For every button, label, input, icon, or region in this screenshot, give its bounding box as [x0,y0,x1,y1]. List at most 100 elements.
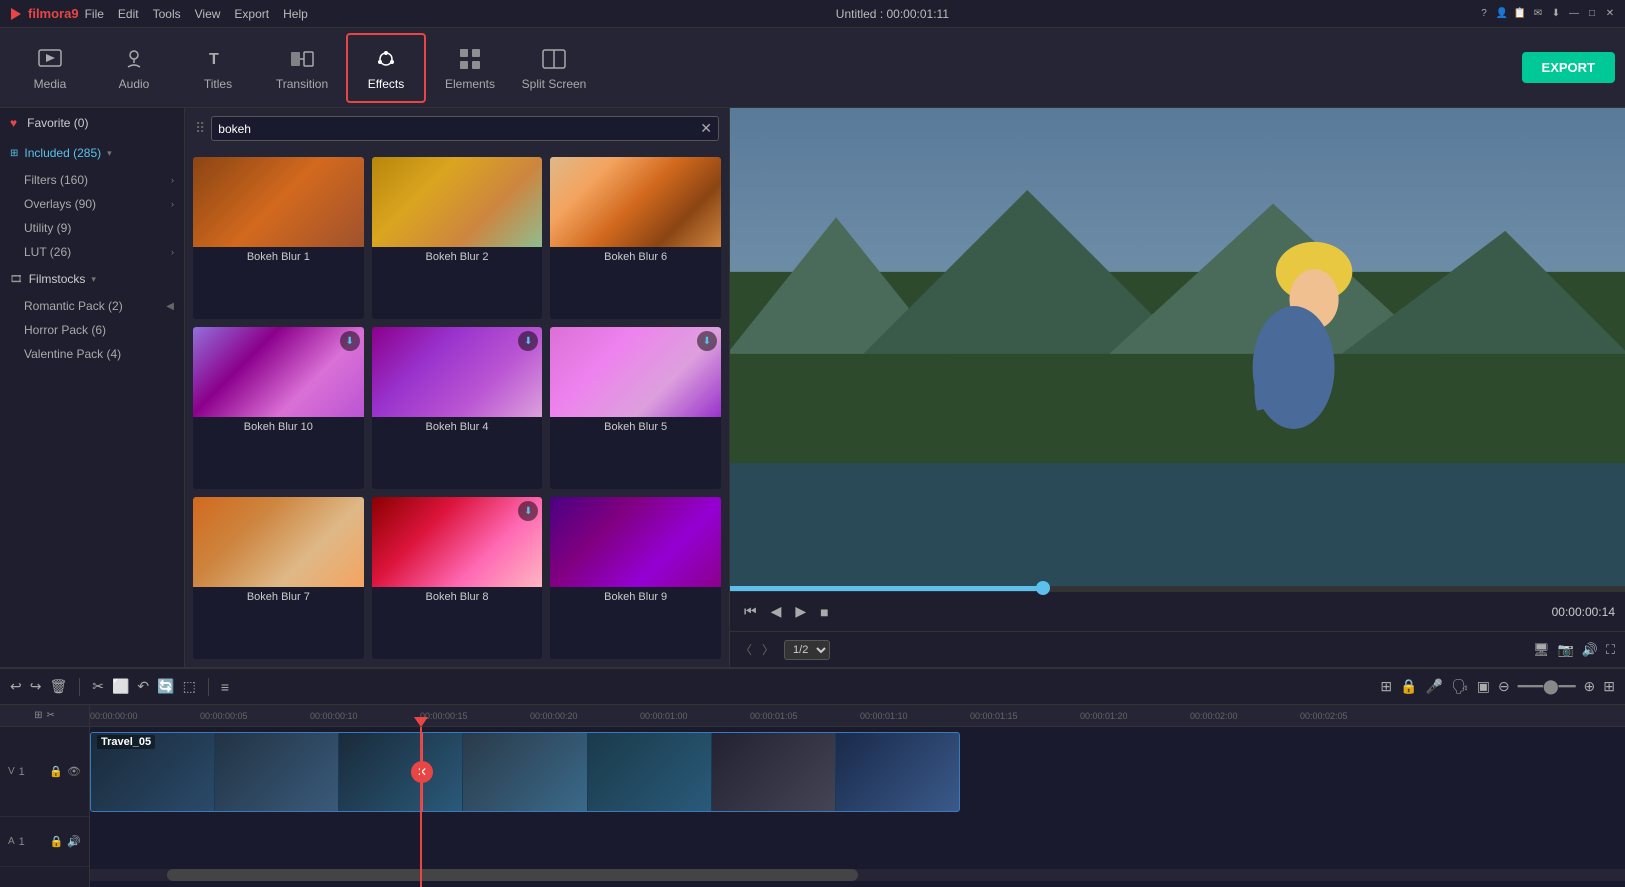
tl-zoom-icon[interactable]: ⊖ [1498,678,1510,695]
titles-label: Titles [204,77,232,91]
maximize-icon[interactable]: □ [1585,7,1599,21]
favorite-label: Favorite (0) [27,116,88,130]
lut-item[interactable]: LUT (26) › [0,240,184,264]
account-icon[interactable]: 👤 [1495,7,1509,21]
download-icon-4[interactable]: ⬇ [340,331,360,351]
toolbar-audio[interactable]: Audio [94,33,174,103]
toolbar-transition[interactable]: Transition [262,33,342,103]
monitor-icon[interactable]: 🖥 [1533,642,1550,658]
effect-card-3[interactable]: Bokeh Blur 6 [550,157,721,319]
filters-item[interactable]: Filters (160) › [0,168,184,192]
tl-snap-icon[interactable]: ⊞ [1380,678,1392,695]
audio-lock-icon[interactable]: 🔒 [50,835,64,848]
drag-handle-icon[interactable]: ⠿ [195,120,205,137]
settings-icon[interactable]: ≡ [221,679,229,695]
video-clip[interactable]: Travel_05 ✕ [90,732,960,812]
playhead-arrow [414,717,428,727]
window-controls: ? 👤 📋 ✉ ⬇ — □ ✕ [1477,7,1617,21]
menu-export[interactable]: Export [234,7,269,21]
cut-icon[interactable]: ✂ [92,678,104,695]
audio-track [90,817,1625,867]
undo-icon[interactable]: ↩ [10,678,22,695]
chevron-down-icon: ▾ [107,148,112,159]
horror-pack-item[interactable]: Horror Pack (6) [0,318,184,342]
audio-volume-icon[interactable]: 🔊 [67,835,81,848]
clipboard-icon[interactable]: 📋 [1513,7,1527,21]
effect-thumb-3 [550,157,721,247]
fullscreen-icon[interactable]: ⛶ [1606,642,1615,658]
magnet-icon[interactable]: ⊞ [34,710,42,721]
volume-icon[interactable]: 🔊 [1582,642,1598,658]
toolbar-effects[interactable]: Effects [346,33,426,103]
download-icon-5[interactable]: ⬇ [518,331,538,351]
crop-icon[interactable]: ⬜ [112,678,129,695]
elements-label: Elements [445,77,495,91]
tl-voice-icon[interactable]: 🗣 [1451,678,1469,695]
tl-lock-icon[interactable]: 🔒 [1400,678,1417,695]
menu-tools[interactable]: Tools [153,7,181,21]
camera-icon[interactable]: 📷 [1558,642,1574,658]
tl-mic-icon[interactable]: 🎤 [1426,678,1443,695]
menu-file[interactable]: File [85,7,104,21]
pip-icon[interactable]: ⬚ [183,678,196,695]
download-icon-6[interactable]: ⬇ [697,331,717,351]
effect-card-6[interactable]: ⬇Bokeh Blur 5 [550,327,721,489]
download-icon[interactable]: ⬇ [1549,7,1563,21]
play-button[interactable]: ▶ [791,601,810,622]
lock-icon[interactable]: 🔒 [49,765,63,778]
toolbar-splitscreen[interactable]: Split Screen [514,33,594,103]
included-section[interactable]: ⊞ Included (285) ▾ [0,138,184,168]
playhead[interactable] [420,727,422,887]
tl-plus-icon[interactable]: ⊕ [1584,678,1596,695]
minimize-icon[interactable]: — [1567,7,1581,21]
effect-card-4[interactable]: ⬇Bokeh Blur 10 [193,327,364,489]
effect-card-1[interactable]: Bokeh Blur 1 [193,157,364,319]
filmstocks-section[interactable]: 🎞 Filmstocks ▾ [0,264,184,294]
timeline-scrollbar[interactable] [90,869,1625,881]
menu-help[interactable]: Help [283,7,308,21]
quality-select[interactable]: 1/2 [784,640,830,660]
eye-icon[interactable]: 👁 [67,765,81,778]
effect-card-2[interactable]: Bokeh Blur 2 [372,157,543,319]
tracks-area: 00:00:00:00 00:00:00:05 00:00:00:10 00:0… [90,705,1625,887]
clear-search-button[interactable]: ✕ [700,120,712,137]
cut-marker-x: ✕ [411,761,433,783]
effect-card-8[interactable]: ⬇Bokeh Blur 8 [372,497,543,659]
menu-view[interactable]: View [195,7,221,21]
stop-button[interactable]: ■ [816,602,832,622]
skip-back-button[interactable]: ⏮ [740,601,761,622]
download-icon-8[interactable]: ⬇ [518,501,538,521]
menu-edit[interactable]: Edit [118,7,139,21]
close-icon[interactable]: ✕ [1603,7,1617,21]
prev-frame-button[interactable]: ◀ [767,601,786,622]
delete-icon[interactable]: 🗑 [49,678,67,695]
audio-icon [120,45,148,73]
effect-card-7[interactable]: Bokeh Blur 7 [193,497,364,659]
romantic-pack-item[interactable]: Romantic Pack (2) ◀ [0,294,184,318]
effect-card-9[interactable]: Bokeh Blur 9 [550,497,721,659]
tl-box-icon[interactable]: ▣ [1477,678,1490,695]
scrollbar-thumb[interactable] [167,869,858,881]
overlays-item[interactable]: Overlays (90) › [0,192,184,216]
toolbar-elements[interactable]: Elements [430,33,510,103]
info-icon[interactable]: ? [1477,7,1491,21]
redo-icon[interactable]: ↪ [30,678,42,695]
export-button[interactable]: EXPORT [1522,52,1615,83]
utility-item[interactable]: Utility (9) [0,216,184,240]
valentine-pack-item[interactable]: Valentine Pack (4) [0,342,184,366]
rotate-back-icon[interactable]: ↶ [137,678,149,695]
scissors-icon[interactable]: ✂ [47,710,55,721]
toolbar-titles[interactable]: T Titles [178,33,258,103]
color-grade-icon[interactable]: 🔄 [157,678,174,695]
toolbar-media[interactable]: Media [10,33,90,103]
effect-thumb-1 [193,157,364,247]
tl-slider[interactable]: ━━━⬤━━ [1518,678,1576,695]
effect-card-5[interactable]: ⬇Bokeh Blur 4 [372,327,543,489]
mail-icon[interactable]: ✉ [1531,7,1545,21]
tl-expand-icon[interactable]: ⊞ [1603,678,1615,695]
favorite-section[interactable]: ♥ Favorite (0) [0,108,184,138]
preview-progress-bar[interactable] [730,586,1625,591]
filmstocks-icon: 🎞 [10,274,23,285]
search-input[interactable] [218,122,700,136]
progress-thumb[interactable] [1036,581,1050,595]
